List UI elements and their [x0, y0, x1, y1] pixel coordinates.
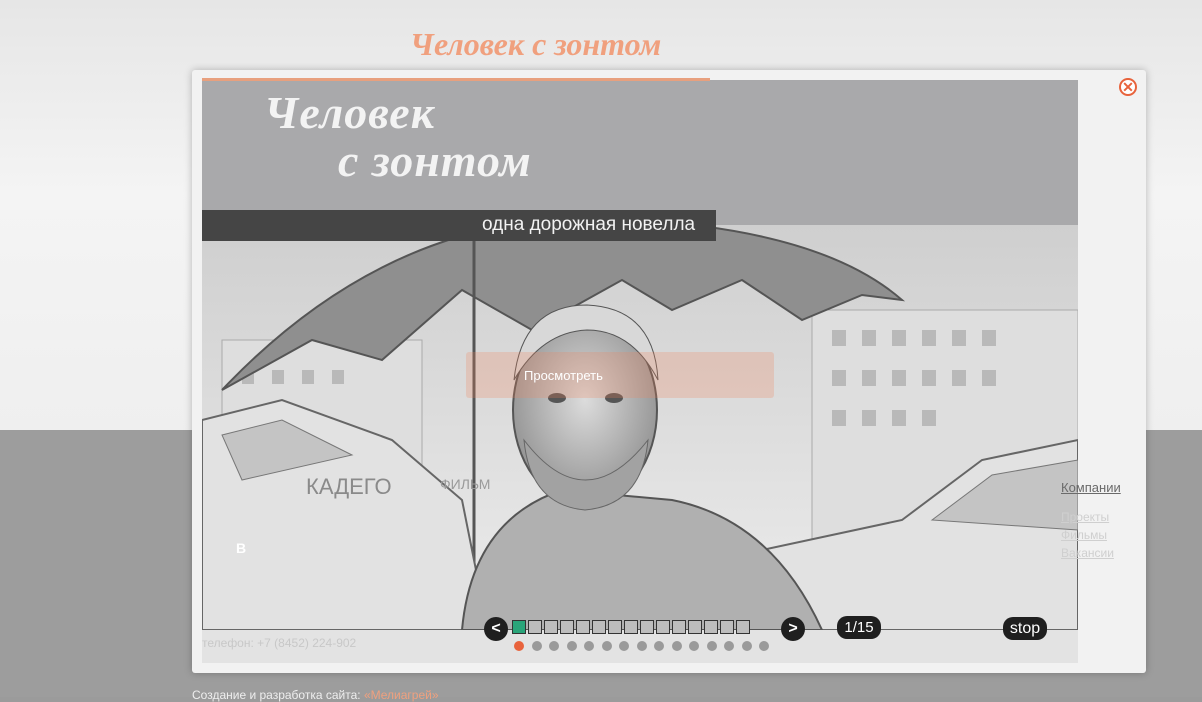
- slide-thumbnail[interactable]: [672, 620, 686, 634]
- slide-dot[interactable]: [724, 641, 734, 651]
- slide-thumbnail[interactable]: [704, 620, 718, 634]
- slide-dot[interactable]: [601, 641, 612, 651]
- slide-thumbnail[interactable]: [608, 620, 622, 634]
- ghost-logo-tag: ФИЛЬМ: [440, 476, 491, 492]
- slide-thumbnail[interactable]: [512, 620, 526, 634]
- ghost-link-projects[interactable]: Проекты: [1061, 510, 1109, 524]
- slide-dot[interactable]: [689, 641, 699, 651]
- ghost-logo-text: КАДЕГО: [306, 474, 392, 499]
- ghost-link-company[interactable]: Компании: [1061, 480, 1121, 495]
- slide-dot[interactable]: [566, 641, 577, 651]
- next-slide-button[interactable]: >: [781, 617, 805, 641]
- ghost-link-vacancies[interactable]: Вакансии: [1061, 546, 1114, 560]
- slide-dot[interactable]: [636, 641, 647, 651]
- ghost-view-button: [466, 352, 774, 398]
- slide-thumbnail[interactable]: [688, 620, 702, 634]
- footer-credit: Создание и разработка сайта: «Мелиагрей»: [192, 688, 439, 702]
- slide-subtitle: одна дорожная новелла: [482, 214, 696, 235]
- footer-credit-prefix: Создание и разработка сайта:: [192, 688, 361, 702]
- slide-dot[interactable]: [584, 641, 594, 651]
- slide-thumbnail[interactable]: [736, 620, 750, 634]
- slide-thumbnail[interactable]: [544, 620, 558, 634]
- slide-dot[interactable]: [514, 641, 524, 651]
- stop-button[interactable]: stop: [1003, 617, 1047, 640]
- slide-dot[interactable]: [671, 641, 682, 651]
- slide-title-line2: с зонтом: [338, 135, 532, 186]
- footer-credit-brand[interactable]: «Мелиагрей»: [364, 688, 439, 702]
- slide-thumbnail[interactable]: [528, 620, 542, 634]
- slide-thumbnail[interactable]: [624, 620, 638, 634]
- slide-thumbnails: [512, 620, 750, 636]
- ghost-view-button-label: Просмотреть: [524, 368, 603, 383]
- page-title: Человек с зонтом: [410, 26, 662, 62]
- prev-slide-button[interactable]: <: [484, 617, 508, 641]
- slide-counter: 1/15: [837, 616, 881, 639]
- slide-thumbnail[interactable]: [720, 620, 734, 634]
- ghost-phone: телефон: +7 (8452) 224-902: [202, 636, 357, 650]
- slide-dot[interactable]: [619, 641, 629, 651]
- ghost-link-films[interactable]: Фильмы: [1061, 528, 1107, 542]
- slide-dot[interactable]: [759, 641, 769, 651]
- slide-thumbnail[interactable]: [576, 620, 590, 634]
- slide-dot[interactable]: [741, 641, 752, 651]
- slide-thumbnail[interactable]: [592, 620, 606, 634]
- slide-thumbnail[interactable]: [560, 620, 574, 634]
- slide-thumbnail[interactable]: [656, 620, 670, 634]
- slide-dot[interactable]: [549, 641, 559, 651]
- close-icon[interactable]: ✕: [1119, 78, 1137, 96]
- slide-dots: [514, 641, 769, 651]
- slide-dot[interactable]: [706, 641, 717, 651]
- slide-title-line1: Человек: [264, 87, 436, 138]
- slide-dot[interactable]: [531, 641, 542, 651]
- slideshow-progress-bar: [202, 78, 711, 81]
- vk-icon[interactable]: B: [236, 540, 246, 556]
- slide-thumbnail[interactable]: [640, 620, 654, 634]
- slide-dot[interactable]: [654, 641, 664, 651]
